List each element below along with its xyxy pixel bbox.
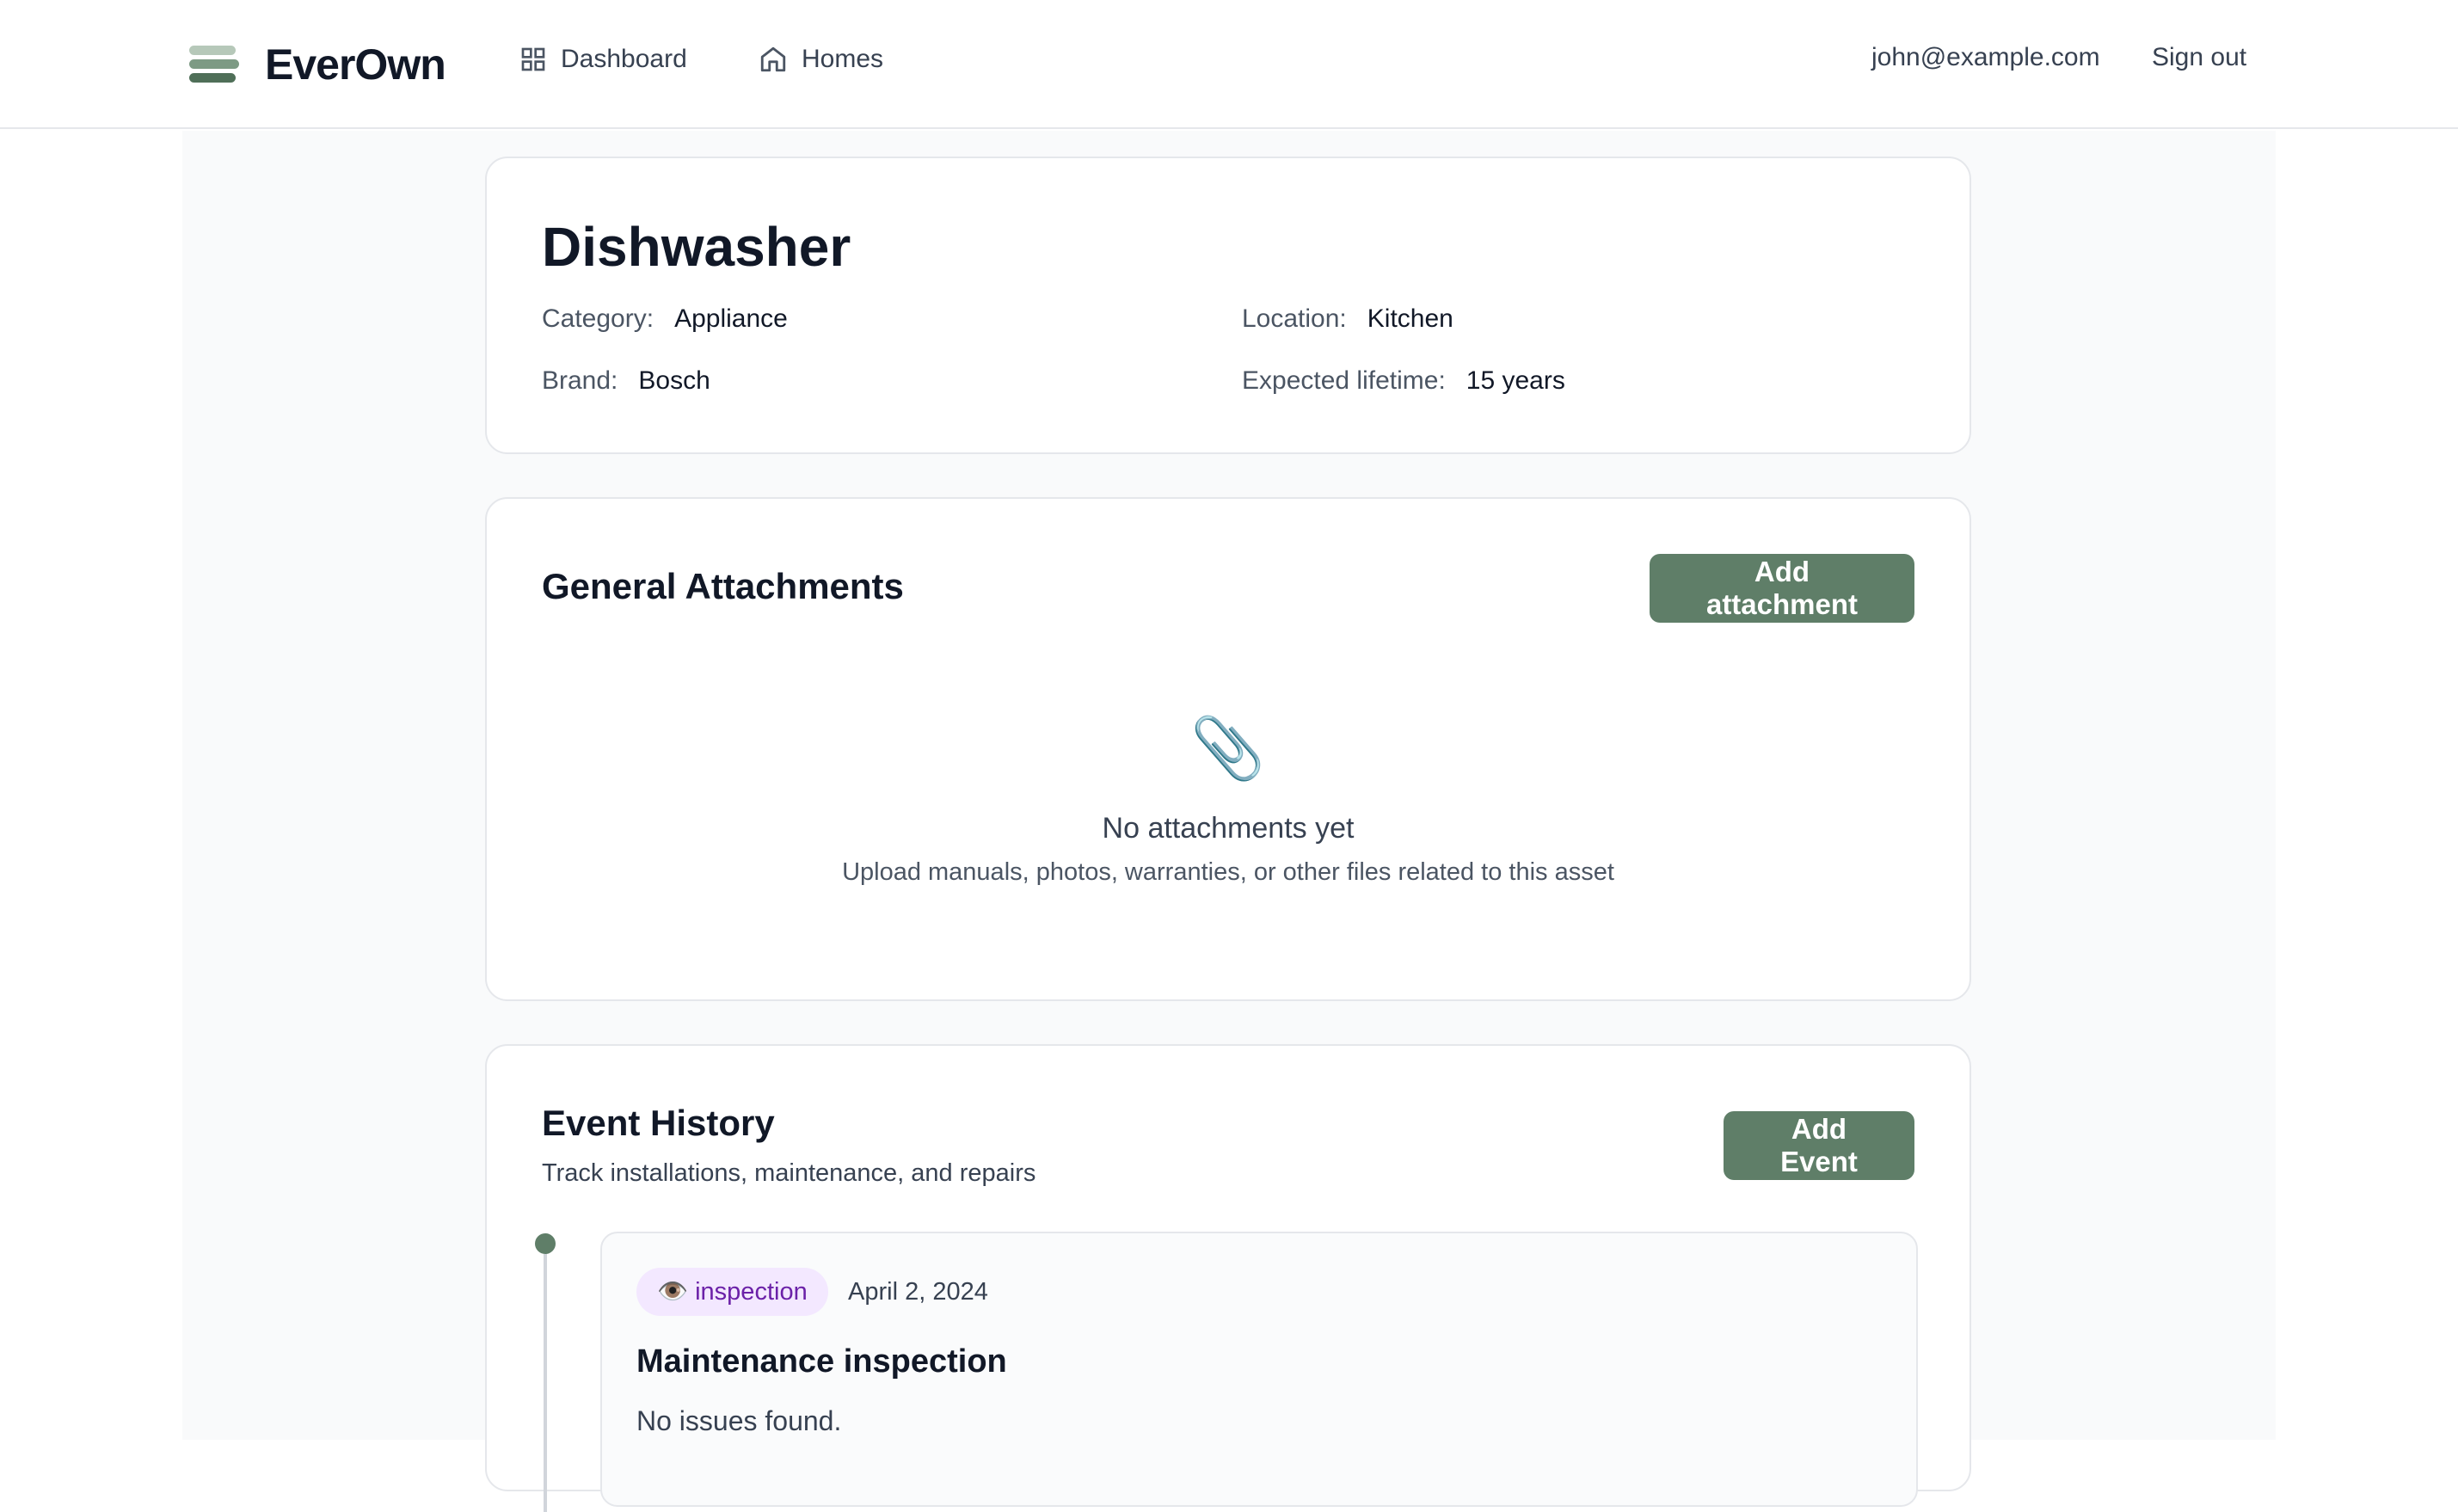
event-history-title: Event History [542, 1103, 775, 1143]
add-event-button[interactable]: Add Event [1724, 1111, 1914, 1180]
logo-stack-icon [187, 46, 239, 83]
location-value: Kitchen [1367, 304, 1453, 333]
lifetime-field: Expected lifetime: 15 years [1242, 366, 1565, 396]
asset-details-card: Dishwasher Category: Appliance Brand: Bo… [485, 157, 1971, 454]
location-label: Location: [1242, 304, 1347, 333]
lifetime-value: 15 years [1466, 366, 1565, 395]
user-email: john@example.com [1871, 43, 2100, 71]
timeline-dot [535, 1233, 556, 1254]
sign-out-link[interactable]: Sign out [2152, 43, 2246, 72]
app-name: EverOwn [265, 40, 446, 89]
timeline-line [544, 1254, 547, 1512]
empty-state-description: Upload manuals, photos, warranties, or o… [842, 858, 1614, 886]
attachments-card: General Attachments Add attachment 📎 No … [485, 497, 1971, 1001]
top-navbar: EverOwn Dashboard Homes john@example.com… [0, 0, 2458, 129]
category-label: Category: [542, 304, 654, 333]
event-date: April 2, 2024 [848, 1278, 988, 1306]
event-item[interactable]: 👁️ inspection April 2, 2024 Maintenance … [600, 1232, 1918, 1507]
event-type-badge: 👁️ inspection [636, 1268, 828, 1316]
location-field: Location: Kitchen [1242, 304, 1453, 334]
grid-icon [521, 47, 545, 71]
event-history-card: Event History Track installations, maint… [485, 1044, 1971, 1512]
nav-dashboard-label: Dashboard [561, 45, 687, 73]
home-icon [760, 46, 786, 72]
nav-dashboard[interactable]: Dashboard [519, 40, 687, 79]
nav-homes-label: Homes [802, 45, 884, 73]
brand-label: Brand: [542, 366, 618, 395]
add-attachment-button[interactable]: Add attachment [1650, 554, 1914, 623]
eye-icon: 👁️ [657, 1278, 689, 1306]
empty-state-title: No attachments yet [1102, 812, 1355, 845]
paperclip-icon: 📎 [1190, 715, 1266, 782]
event-description: No issues found. [636, 1405, 842, 1436]
brand-value: Bosch [638, 366, 710, 395]
event-title: Maintenance inspection [636, 1343, 1007, 1380]
nav-homes[interactable]: Homes [759, 40, 883, 79]
category-value: Appliance [674, 304, 788, 333]
category-field: Category: Appliance [542, 304, 788, 334]
lifetime-label: Expected lifetime: [1242, 366, 1446, 395]
event-history-subtitle: Track installations, maintenance, and re… [542, 1159, 1036, 1187]
attachments-title: General Attachments [542, 566, 904, 606]
app-logo[interactable]: EverOwn [187, 40, 446, 89]
brand-field: Brand: Bosch [542, 366, 710, 396]
asset-title: Dishwasher [542, 216, 851, 278]
event-type-label: inspection [695, 1277, 808, 1306]
